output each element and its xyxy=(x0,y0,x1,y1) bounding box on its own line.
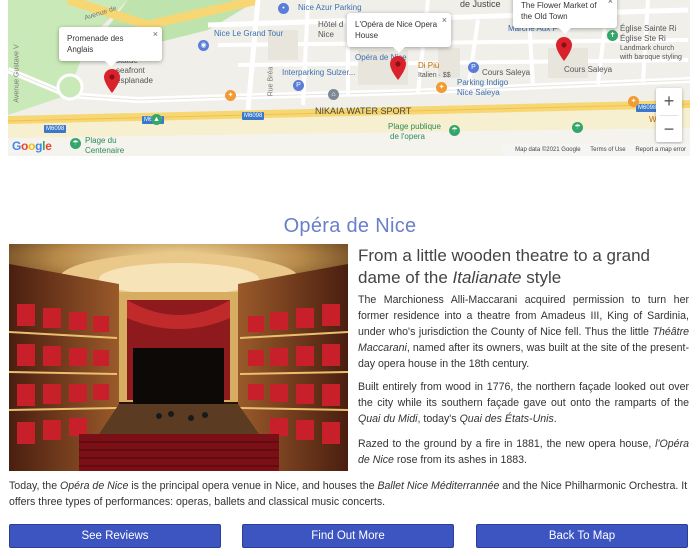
pin-icon[interactable]: • xyxy=(278,3,289,14)
map-label: Landmark church xyxy=(620,45,675,52)
bar-icon[interactable]: ✦ xyxy=(628,96,639,107)
route-badge: M6098 xyxy=(44,125,67,133)
paragraph-text: Built entirely from wood in 1776, the no… xyxy=(358,381,689,409)
map-infowindow[interactable]: L'Opéra de Nice Opera House × xyxy=(347,13,451,53)
church-icon[interactable]: ✝ xyxy=(607,30,618,41)
map-label: seafront xyxy=(116,66,145,75)
landmark-icon[interactable]: ⌂ xyxy=(328,89,339,100)
map-label: with baroque styling xyxy=(620,54,682,61)
infowindow-text: Promenade des Anglais xyxy=(67,34,124,54)
map-label: Nice Saleya xyxy=(457,88,500,97)
paragraph-emphasis: Quai des États-Unis xyxy=(459,413,554,425)
map-label: Église Ste Ri xyxy=(620,34,666,43)
map-infowindow[interactable]: Promenade des Anglais × xyxy=(59,27,162,67)
map-label: Cours Saleya xyxy=(482,68,531,77)
map-label: Nice Azur Parking xyxy=(298,3,362,12)
map-label: Centenaire xyxy=(85,146,125,155)
page-title: Opéra de Nice xyxy=(283,215,417,237)
street-label: Avenue Gustave V xyxy=(13,44,21,103)
close-icon[interactable]: × xyxy=(442,15,447,26)
map-label: Di Più xyxy=(418,61,440,70)
page-subtitle: From a little wooden theatre to a grand … xyxy=(358,245,690,289)
infowindow-text: The Flower Market of the Old Town xyxy=(521,1,597,21)
map-label: Interparking Sulzer... xyxy=(282,68,356,77)
beach-icon[interactable]: ☂ xyxy=(572,122,583,133)
find-out-more-button[interactable]: Find Out More xyxy=(242,524,454,548)
paragraph-text: is the principal opera venue in Nice, an… xyxy=(128,480,378,492)
map-label: Cours Saleya xyxy=(564,65,613,74)
map-label: Plage du xyxy=(85,136,117,145)
route-badge: M6098 xyxy=(636,104,659,112)
paragraph-text: , named after its owners, was built at t… xyxy=(358,342,689,370)
subtitle-emphasis: Italianate xyxy=(452,268,522,287)
see-reviews-button[interactable]: See Reviews xyxy=(9,524,221,548)
map-label: NIKAIA WATER SPORT xyxy=(315,106,412,116)
map-label: Église Sainte Ri xyxy=(620,24,677,33)
zoom-control: + − xyxy=(656,88,682,142)
map-marker-icon[interactable] xyxy=(104,69,120,93)
paragraph-text: Today, the xyxy=(9,480,61,492)
restaurant-icon[interactable]: ✦ xyxy=(436,82,447,93)
google-logo[interactable]: Google xyxy=(12,139,52,153)
paragraph-emphasis: Opéra de Nice xyxy=(60,480,129,492)
tour-icon[interactable]: ◉ xyxy=(198,40,209,51)
map-label: esplanade xyxy=(116,76,153,85)
map-marker-icon[interactable] xyxy=(556,37,572,61)
history-paragraph: Built entirely from wood in 1776, the no… xyxy=(358,379,689,427)
parking-icon[interactable]: P xyxy=(468,62,479,73)
map-label: de Justice xyxy=(460,0,501,9)
back-to-map-button[interactable]: Back To Map xyxy=(476,524,688,548)
route-badge: M6098 xyxy=(242,112,265,120)
map-label: Plage publique xyxy=(388,122,441,131)
paragraph-emphasis: Quai du Midi xyxy=(358,413,418,425)
history-paragraph: The Marchioness Alli-Maccarani acquired … xyxy=(358,292,689,372)
street-label: Rue Bréa xyxy=(267,66,275,97)
infowindow-text: L'Opéra de Nice Opera House xyxy=(355,20,438,40)
map-label: Parking Indigo xyxy=(457,78,509,87)
beach-icon[interactable]: ☂ xyxy=(449,125,460,136)
map-infowindow[interactable]: The Flower Market of the Old Town × xyxy=(513,0,617,34)
zoom-in-button[interactable]: + xyxy=(656,88,682,115)
google-map[interactable]: Avenue de de Justice Nice Azur Parking H… xyxy=(8,0,690,156)
close-icon[interactable]: × xyxy=(153,29,158,40)
parking-icon[interactable]: P xyxy=(293,80,304,91)
paragraph-text: Razed to the ground by a fire in 1881, t… xyxy=(358,438,656,450)
restaurant-icon[interactable]: ✦ xyxy=(225,90,236,101)
map-marker-icon[interactable] xyxy=(390,56,406,80)
paragraph-emphasis: Ballet Nice Méditerrannée xyxy=(377,480,500,492)
report-error-link[interactable]: Report a map error xyxy=(635,147,686,153)
monument-icon[interactable]: ▲ xyxy=(151,114,162,125)
map-label: Nice xyxy=(318,30,335,39)
beach-icon[interactable]: ☂ xyxy=(70,138,81,149)
map-attribution: Map data ©2021 Google Terms of Use Repor… xyxy=(503,144,690,156)
map-data-credit: Map data ©2021 Google xyxy=(515,147,581,153)
today-paragraph: Today, the Opéra de Nice is the principa… xyxy=(9,478,691,510)
map-label: Italien · $$ xyxy=(418,72,451,79)
paragraph-text: . xyxy=(553,413,557,425)
paragraph-text: , today's xyxy=(417,413,460,425)
zoom-out-button[interactable]: − xyxy=(656,116,682,143)
paragraph-text: rose from its ashes in 1883. xyxy=(393,454,527,466)
paragraph-text: The Marchioness Alli-Maccarani acquired … xyxy=(358,294,689,338)
opera-interior-image xyxy=(9,244,348,471)
history-paragraph: Razed to the ground by a fire in 1881, t… xyxy=(358,436,689,468)
subtitle-text: style xyxy=(521,268,562,287)
close-icon[interactable]: × xyxy=(608,0,613,7)
terms-link[interactable]: Terms of Use xyxy=(590,147,625,153)
map-label: Nice Le Grand Tour xyxy=(214,29,284,38)
opera-interior-photo xyxy=(9,244,348,471)
map-label: Hôtel d xyxy=(318,20,344,29)
map-label: de l'opera xyxy=(390,132,425,141)
